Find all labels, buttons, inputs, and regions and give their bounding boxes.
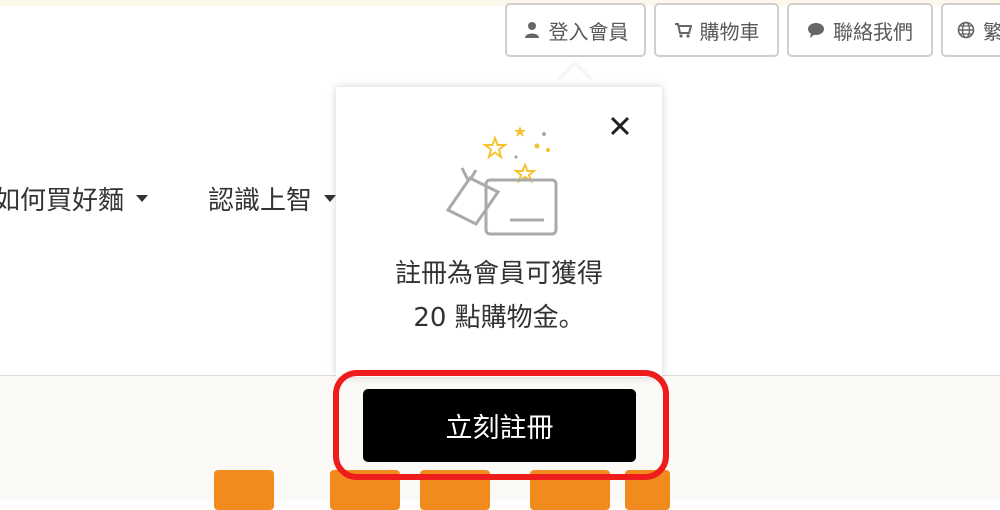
caret-down-icon [136,195,149,202]
promo-message: 註冊為會員可獲得 20 點購物金。 [394,259,603,333]
nav-item-how-to-buy[interactable]: 如何買好麵 [0,180,149,217]
login-button[interactable]: 登入會員 [505,3,646,57]
highlight-box [333,370,669,480]
nav-item-label: 如何買好麵 [0,186,125,216]
gift-box-icon [445,126,558,236]
contact-button[interactable]: 聯絡我們 [787,3,933,57]
cart-button[interactable]: 購物車 [654,3,779,57]
user-icon [524,22,539,38]
banner-graphic [214,470,274,510]
caret-down-icon [324,195,337,202]
close-button[interactable] [604,110,636,142]
contact-label: 聯絡我們 [833,19,913,44]
globe-icon [957,21,975,39]
nav-item-about[interactable]: 認識上智 [208,180,337,217]
cart-icon [674,23,692,38]
login-label: 登入會員 [548,19,629,44]
language-label: 繁 [983,16,1000,45]
close-icon [610,116,630,136]
cart-label: 購物車 [699,19,760,44]
chat-bubble-icon [808,23,824,38]
language-button[interactable]: 繁 [941,3,1000,57]
nav-item-label: 認識上智 [208,186,313,216]
